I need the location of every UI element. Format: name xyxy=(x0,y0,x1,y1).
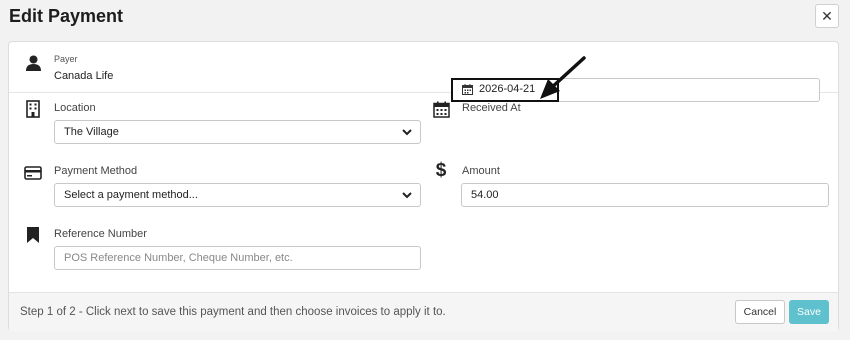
calendar-icon xyxy=(432,100,450,118)
step-instructions: Step 1 of 2 - Click next to save this pa… xyxy=(20,306,446,318)
close-button[interactable]: ✕ xyxy=(815,4,839,28)
credit-card-icon xyxy=(24,164,42,182)
dialog-title: Edit Payment xyxy=(9,6,124,26)
save-button[interactable]: Save xyxy=(789,300,829,324)
payer-value: Canada Life xyxy=(54,70,114,82)
annotation-arrow-icon xyxy=(540,56,586,99)
reference-label: Reference Number xyxy=(54,228,147,240)
payment-method-label: Payment Method xyxy=(54,165,138,177)
location-selected: The Village xyxy=(64,126,119,138)
chevron-down-icon xyxy=(402,129,412,136)
location-label: Location xyxy=(54,102,96,114)
building-icon xyxy=(24,100,42,118)
amount-label: Amount xyxy=(462,165,500,177)
payment-method-selected: Select a payment method... xyxy=(64,189,198,201)
location-select[interactable]: The Village xyxy=(54,120,421,144)
dialog-footer: Step 1 of 2 - Click next to save this pa… xyxy=(9,292,838,332)
received-at-label: Received At xyxy=(462,102,521,114)
cancel-button[interactable]: Cancel xyxy=(735,300,785,324)
chevron-down-icon xyxy=(402,192,412,199)
payment-method-select[interactable]: Select a payment method... xyxy=(54,183,421,207)
reference-input[interactable]: POS Reference Number, Cheque Number, etc… xyxy=(54,246,421,270)
dollar-icon: $ xyxy=(435,160,447,181)
person-icon xyxy=(24,54,42,72)
bookmark-icon xyxy=(24,226,42,244)
amount-input[interactable]: 54.00 xyxy=(461,183,829,207)
payer-label: Payer xyxy=(54,54,78,64)
